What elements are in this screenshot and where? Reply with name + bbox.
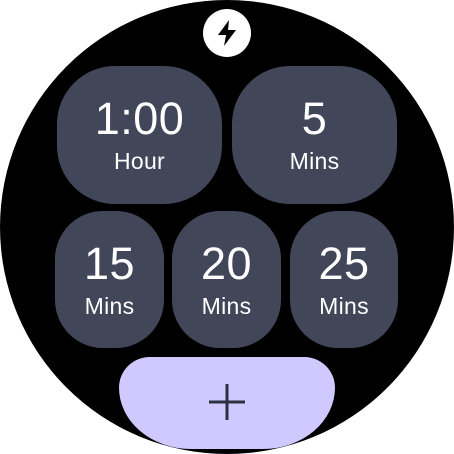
- preset-15-mins-button[interactable]: 15 Mins: [55, 211, 164, 348]
- watch-screen: 1:00 Hour 5 Mins 15 Mins 20 Mins 25 Mins: [0, 0, 454, 454]
- preset-value: 20: [200, 237, 253, 289]
- preset-value: 5: [301, 93, 328, 144]
- preset-unit: Hour: [113, 148, 166, 174]
- plus-icon: [209, 384, 245, 420]
- lightning-bolt-glyph: [218, 20, 236, 46]
- preset-value: 15: [83, 237, 136, 289]
- preset-5-mins-button[interactable]: 5 Mins: [232, 66, 397, 204]
- lightning-bolt-icon: [203, 9, 251, 57]
- preset-20-mins-button[interactable]: 20 Mins: [172, 211, 281, 348]
- add-timer-button[interactable]: [119, 357, 335, 449]
- preset-unit: Mins: [84, 292, 135, 319]
- preset-value: 25: [318, 237, 370, 289]
- preset-unit: Mins: [319, 292, 369, 319]
- preset-unit: Mins: [289, 148, 340, 174]
- preset-unit: Mins: [201, 292, 252, 319]
- preset-1-hour-button[interactable]: 1:00 Hour: [57, 66, 222, 204]
- preset-value: 1:00: [94, 93, 185, 144]
- preset-25-mins-button[interactable]: 25 Mins: [290, 211, 398, 348]
